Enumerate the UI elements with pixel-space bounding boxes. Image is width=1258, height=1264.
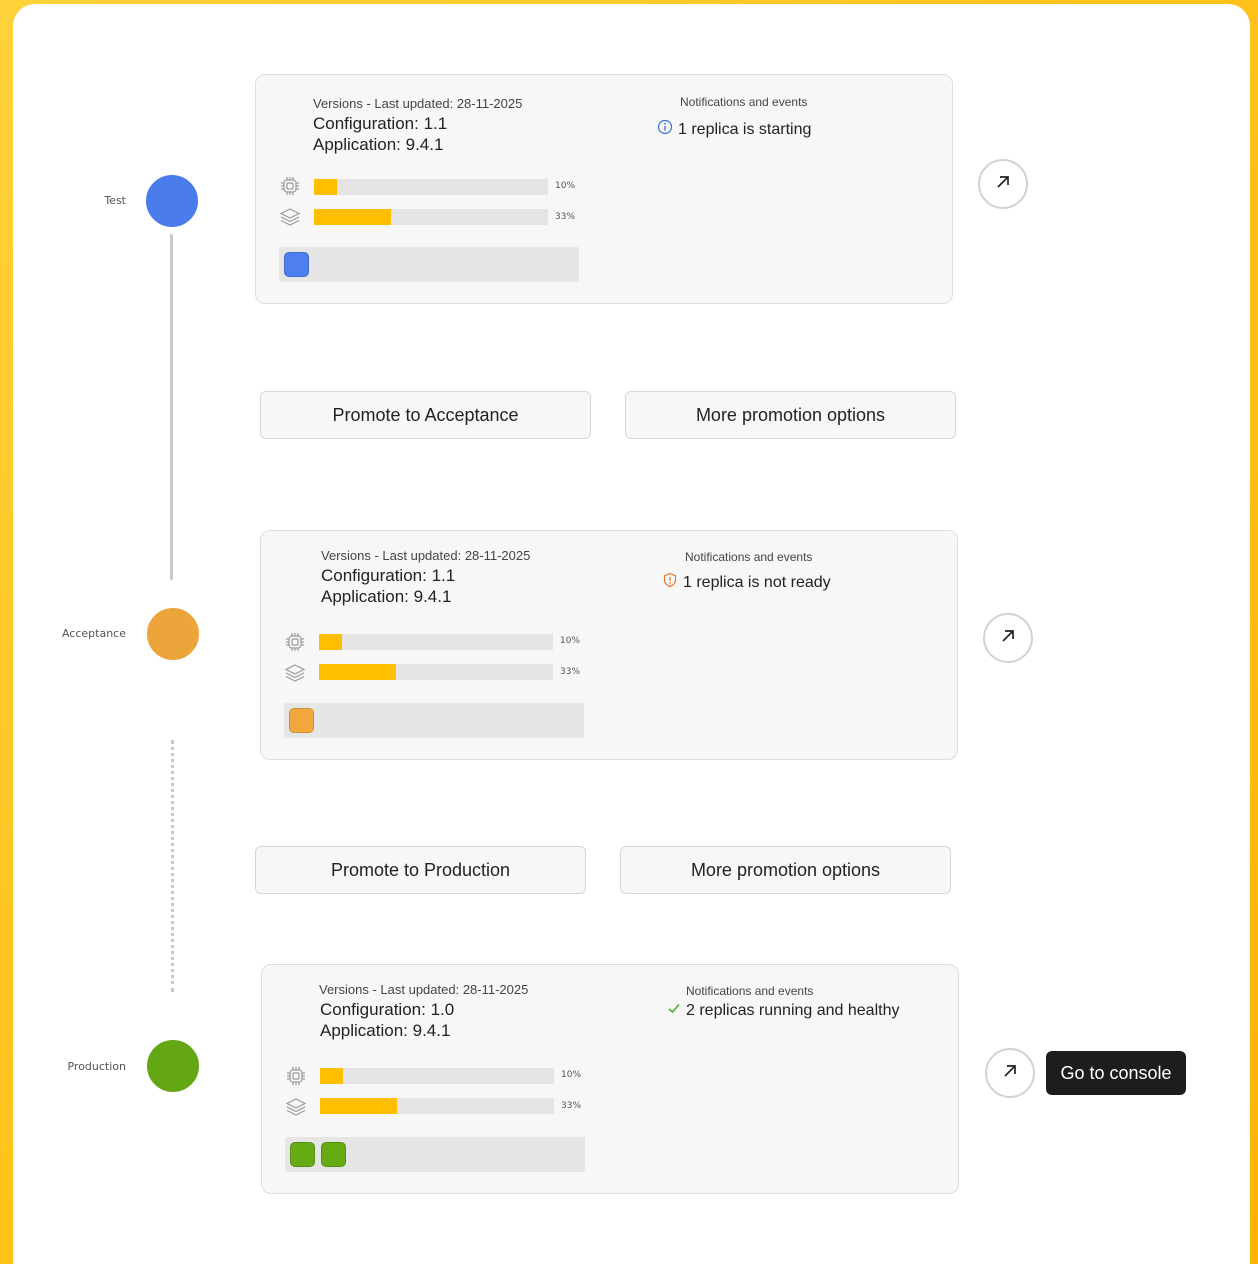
notification-item[interactable]: 1 replica is not ready: [662, 572, 831, 593]
env-label-acceptance: Acceptance: [61, 627, 126, 640]
memory-usage-fill: [319, 664, 397, 680]
notification-item[interactable]: 1 replica is starting: [657, 119, 811, 140]
cpu-usage-bar: [314, 179, 548, 195]
replica-square[interactable]: [284, 252, 309, 277]
cpu-usage-fill: [320, 1068, 344, 1084]
arrow-up-right-icon: [999, 627, 1017, 650]
promote-to-production-button[interactable]: Promote to Production: [255, 846, 586, 894]
memory-usage-bar: [320, 1098, 554, 1114]
notification-text: 2 replicas running and healthy: [686, 1001, 900, 1019]
cpu-icon: [285, 1065, 307, 1087]
env-label-test: Test: [104, 194, 126, 207]
memory-usage-fill: [314, 209, 392, 225]
cpu-usage-value: 10%: [555, 181, 576, 191]
memory-usage-value: 33%: [560, 667, 581, 677]
configuration-version: Configuration: 1.0: [320, 1000, 455, 1019]
notifications-header: Notifications and events: [685, 550, 813, 564]
configuration-version: Configuration: 1.1: [321, 566, 456, 585]
checkmark-icon: [667, 1001, 681, 1020]
replica-strip: [279, 247, 579, 282]
replica-square[interactable]: [290, 1142, 315, 1167]
info-icon: [657, 119, 673, 140]
env-label-production: Production: [67, 1060, 126, 1073]
open-console-button-acceptance[interactable]: [983, 613, 1033, 663]
arrow-up-right-icon: [1001, 1062, 1019, 1085]
more-promotion-options-button[interactable]: More promotion options: [620, 846, 951, 894]
application-version: Application: 9.4.1: [321, 587, 452, 606]
timeline-connector-solid: [170, 234, 173, 580]
cpu-usage-fill: [319, 634, 343, 650]
env-card-production: Versions - Last updated: 28-11-2025 Conf…: [261, 964, 959, 1194]
memory-stack-icon: [279, 206, 301, 228]
cpu-usage-fill: [314, 179, 338, 195]
notifications-header: Notifications and events: [686, 984, 814, 998]
env-dot-acceptance[interactable]: [147, 608, 199, 660]
versions-header: Versions - Last updated: 28-11-2025: [313, 96, 523, 111]
env-card-acceptance: Versions - Last updated: 28-11-2025 Conf…: [260, 530, 958, 760]
configuration-version: Configuration: 1.1: [313, 114, 448, 133]
versions-header: Versions - Last updated: 28-11-2025: [321, 548, 531, 563]
cpu-usage-value: 10%: [561, 1070, 582, 1080]
memory-usage-bar: [314, 209, 548, 225]
notification-item[interactable]: 2 replicas running and healthy: [667, 1001, 899, 1020]
application-version: Application: 9.4.1: [320, 1021, 451, 1040]
cpu-usage-bar: [320, 1068, 554, 1084]
cpu-icon: [279, 175, 301, 197]
cpu-usage-bar: [319, 634, 553, 650]
env-dot-production[interactable]: [147, 1040, 199, 1092]
env-card-test: Versions - Last updated: 28-11-2025 Conf…: [255, 74, 953, 304]
arrow-up-right-icon: [994, 173, 1012, 196]
replica-strip: [284, 703, 584, 738]
memory-stack-icon: [284, 662, 306, 684]
cpu-usage-value: 10%: [560, 636, 581, 646]
open-console-button-production[interactable]: [985, 1048, 1035, 1098]
env-dot-test[interactable]: [146, 175, 198, 227]
notification-text: 1 replica is starting: [678, 120, 812, 138]
go-to-console-tooltip: Go to console: [1046, 1051, 1186, 1095]
replica-strip: [285, 1137, 585, 1172]
replica-square[interactable]: [289, 708, 314, 733]
memory-usage-value: 33%: [561, 1101, 582, 1111]
cpu-icon: [284, 631, 306, 653]
memory-stack-icon: [285, 1096, 307, 1118]
open-console-button-test[interactable]: [978, 159, 1028, 209]
warning-shield-icon: [662, 572, 678, 593]
memory-usage-bar: [319, 664, 553, 680]
notification-text: 1 replica is not ready: [683, 573, 831, 591]
more-promotion-options-button[interactable]: More promotion options: [625, 391, 956, 439]
notifications-header: Notifications and events: [680, 95, 808, 109]
application-version: Application: 9.4.1: [313, 135, 444, 154]
versions-header: Versions - Last updated: 28-11-2025: [319, 982, 529, 997]
memory-usage-value: 33%: [555, 212, 576, 222]
timeline-connector-dotted: [171, 740, 174, 992]
promote-to-acceptance-button[interactable]: Promote to Acceptance: [260, 391, 591, 439]
replica-square[interactable]: [321, 1142, 346, 1167]
memory-usage-fill: [320, 1098, 398, 1114]
